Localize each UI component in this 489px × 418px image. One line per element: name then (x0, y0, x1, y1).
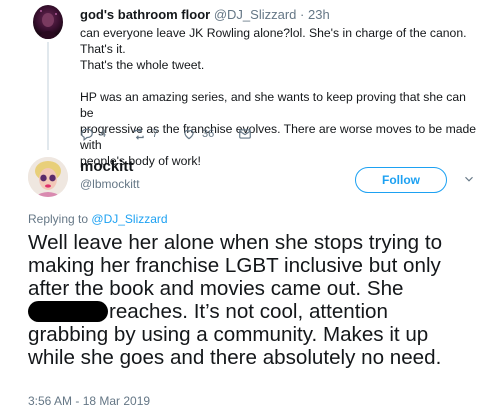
replying-prefix: Replying to (28, 212, 89, 226)
like-button[interactable]: 36 (182, 127, 214, 141)
retweet-count: 7 (152, 128, 159, 140)
reply-button[interactable]: 4 (80, 127, 106, 141)
retweet-icon (134, 128, 144, 140)
main-text-line: reaches. It’s not cool, attention (28, 300, 488, 323)
retweet-button[interactable]: 7 (132, 127, 158, 141)
thread-line (47, 42, 49, 150)
tweet-timestamp[interactable]: 3:56 AM - 18 Mar 2019 (28, 394, 150, 408)
parent-text-line: can everyone leave JK Rowling alone?lol.… (80, 26, 467, 56)
redaction-mark (28, 301, 108, 322)
main-text-line: after the book and movies came out. She (28, 277, 404, 300)
main-text-line: Well leave her alone when she stops tryi… (28, 231, 443, 254)
main-text-line: making her franchise LGBT inclusive but … (28, 254, 441, 277)
parent-text-line: That's the whole tweet. (80, 58, 205, 72)
parent-display-name[interactable]: god's bathroom floor (80, 7, 210, 22)
main-tweet-text: Well leave her alone when she stops tryi… (28, 231, 488, 369)
parent-handle[interactable]: @DJ_Slizzard (214, 7, 297, 22)
parent-text-line: HP was an amazing series, and she wants … (80, 90, 466, 120)
main-handle[interactable]: @lbmockitt (80, 177, 140, 191)
message-button[interactable] (238, 127, 252, 141)
meta-separator: · (300, 7, 305, 22)
main-avatar[interactable] (28, 157, 68, 197)
parent-avatar[interactable] (33, 5, 63, 39)
main-text-line: grabbing by using a community. Makes it … (28, 323, 429, 346)
message-icon (239, 129, 251, 139)
parent-tweet-header: god's bathroom floor @DJ_Slizzard · 23h (80, 7, 330, 22)
main-text-fragment: reaches. It’s not cool, attention (109, 300, 388, 323)
reply-count: 4 (100, 128, 107, 140)
parent-time-ago[interactable]: 23h (308, 7, 330, 22)
main-text-line: while she goes and there absolutely no n… (28, 346, 442, 369)
main-display-name[interactable]: mockitt (80, 158, 133, 175)
reply-icon (81, 128, 93, 141)
replying-to: Replying to @DJ_Slizzard (28, 212, 168, 226)
chevron-down-icon[interactable] (462, 172, 476, 186)
like-count: 36 (202, 128, 215, 140)
follow-button[interactable]: Follow (355, 167, 447, 193)
replying-handle[interactable]: @DJ_Slizzard (91, 212, 167, 226)
parent-tweet-text: can everyone leave JK Rowling alone?lol.… (80, 25, 480, 169)
like-icon (184, 130, 194, 140)
